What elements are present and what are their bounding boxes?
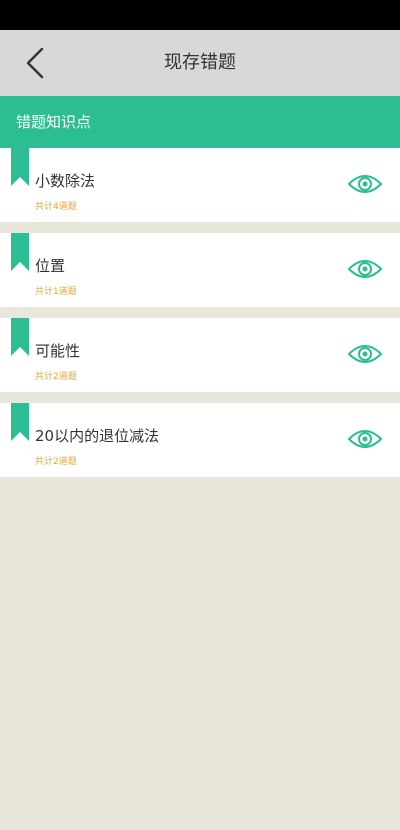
item-count: 共计1道题: [35, 287, 77, 297]
item-title: 可能性: [35, 342, 81, 360]
page-title: 现存错题: [164, 52, 236, 73]
item-title: 20以内的退位减法: [35, 427, 160, 445]
app-header: 现存错题: [0, 30, 400, 96]
item-title: 小数除法: [35, 172, 96, 190]
eye-icon[interactable]: [347, 172, 383, 196]
item-count: 共计2道题: [35, 372, 77, 382]
eye-icon[interactable]: [347, 427, 383, 451]
bookmark-icon: [11, 148, 29, 186]
bookmark-icon: [11, 403, 29, 441]
mistake-topic-list: 小数除法 共计4道题 位置 共计1道题 可能性 共计2道题 20以内的退位减法 …: [0, 148, 400, 488]
item-count: 共计4道题: [35, 202, 77, 212]
item-title: 位置: [35, 257, 66, 275]
list-item[interactable]: 20以内的退位减法 共计2道题: [0, 403, 400, 488]
list-item[interactable]: 可能性 共计2道题: [0, 318, 400, 403]
back-button[interactable]: [18, 44, 54, 82]
list-item[interactable]: 小数除法 共计4道题: [0, 148, 400, 233]
bookmark-icon: [11, 233, 29, 271]
status-bar: [0, 0, 400, 30]
eye-icon[interactable]: [347, 342, 383, 366]
section-title: 错题知识点: [16, 113, 92, 131]
section-header: 错题知识点: [0, 96, 400, 148]
chevron-left-icon: [26, 47, 44, 79]
list-item[interactable]: 位置 共计1道题: [0, 233, 400, 318]
bookmark-icon: [11, 318, 29, 356]
item-count: 共计2道题: [35, 457, 77, 467]
eye-icon[interactable]: [347, 257, 383, 281]
